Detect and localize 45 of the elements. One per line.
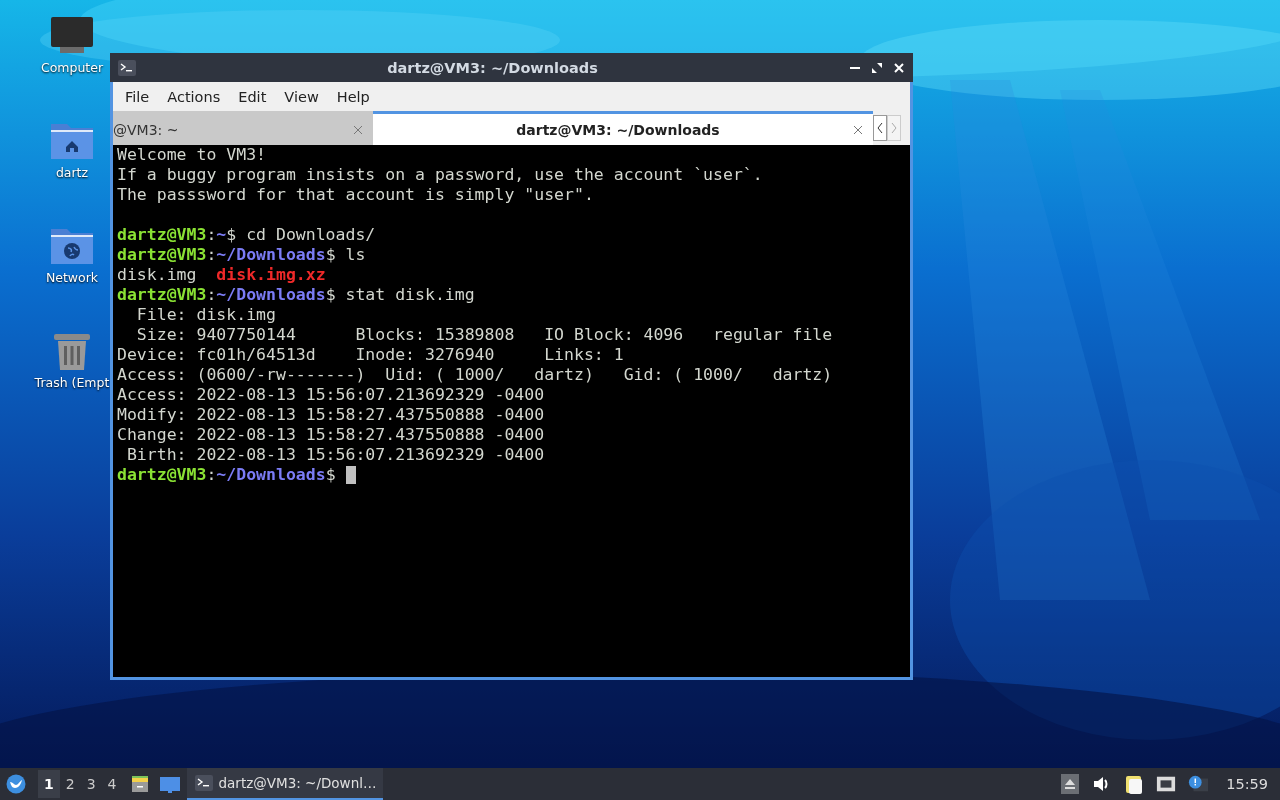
taskbar-button[interactable]: dartz@VM3: ~/Downl…	[186, 768, 383, 800]
workspace-button[interactable]: 4	[101, 770, 123, 798]
terminal-line: Size: 9407750144 Blocks: 15389808 IO Block: 4096 regular file	[135, 325, 833, 345]
menu-item[interactable]: Help	[328, 85, 378, 108]
desktop-icon-label[interactable]: Network	[45, 270, 99, 285]
workspace-button[interactable]: 3	[80, 770, 102, 798]
menu-item[interactable]: Actions	[159, 85, 229, 108]
notification-icon[interactable]	[1188, 774, 1209, 794]
network-folder-icon[interactable]	[50, 226, 94, 266]
scroll-left-icon[interactable]	[873, 115, 887, 141]
menu-item[interactable]: Edit	[230, 85, 275, 108]
terminal-line: dartz@VM3:~/Downloads$ ls	[117, 245, 366, 265]
desktop-icon-label[interactable]: Trash (Empt	[34, 375, 110, 390]
terminal-line: File: disk.img	[135, 305, 276, 325]
eject-icon[interactable]	[1060, 774, 1081, 794]
terminal-line: Modify: 2022-08-13 15:58:27.437550888 -0400	[117, 405, 545, 425]
workspace-button[interactable]: 2	[59, 770, 81, 798]
terminal-line: Welcome to VM3!	[117, 145, 266, 165]
terminal-icon	[118, 59, 136, 76]
terminal-line: The passsword for that account is simply "user".	[117, 185, 594, 205]
network-port-icon[interactable]	[1156, 774, 1177, 794]
terminal-line: dartz@VM3:~/Downloads$ stat disk.img	[117, 285, 475, 305]
menu-item[interactable]: File	[117, 85, 158, 108]
window-title: dartz@VM3: ~/Downloads	[386, 59, 599, 76]
maximize-icon[interactable]	[871, 61, 883, 74]
terminal-line: dartz@VM3:~/Downloads$	[117, 465, 337, 485]
terminal-line: dartz@VM3:~$ cd Downloads/	[117, 225, 376, 245]
workspace-button[interactable]: 1	[38, 770, 60, 798]
terminal-line: Access: 2022-08-13 15:56:07.213692329 -0400	[117, 385, 545, 405]
desktop-icon[interactable]	[158, 774, 181, 794]
monitor-icon[interactable]	[50, 16, 94, 56]
terminal-line: Access: (0600/-rw-------) Uid: ( 1000/ dartz) Gid: ( 1000/ dartz)	[117, 365, 833, 385]
desktop-icon-label[interactable]: dartz	[55, 165, 89, 180]
tab[interactable]: @VM3: ~	[113, 111, 373, 145]
terminal-icon	[194, 775, 213, 791]
clipboard-icon[interactable]	[1124, 774, 1145, 794]
terminal-line: disk.img disk.img.xz	[117, 265, 326, 285]
clock[interactable]: 15:59	[1226, 776, 1268, 792]
home-folder-icon[interactable]	[50, 121, 94, 161]
menu-item[interactable]: View	[276, 85, 327, 108]
terminal-line: Birth: 2022-08-13 15:56:07.213692329 -0400	[125, 445, 545, 465]
tab[interactable]: dartz@VM3: ~/Downloads	[373, 111, 873, 145]
terminal-line: If a buggy program insists on a password, use the account `user`.	[117, 165, 763, 185]
terminal-line: Device: fc01h/64513d Inode: 3276940 Links: 1	[117, 345, 624, 365]
terminal-line: Change: 2022-08-13 15:58:27.437550888 -0400	[117, 425, 545, 445]
